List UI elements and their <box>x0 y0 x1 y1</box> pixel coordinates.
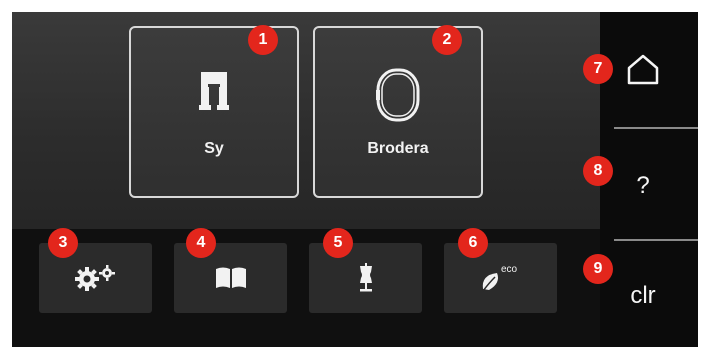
embroider-tile-label: Brodera <box>367 140 429 157</box>
callout-badge: 9 <box>583 254 613 284</box>
callout-badge: 1 <box>248 25 278 55</box>
creative-consultant-button[interactable] <box>309 243 422 313</box>
sew-tile[interactable]: Sy <box>129 26 299 198</box>
callout-badge: 8 <box>583 156 613 186</box>
help-label: ? <box>636 172 650 199</box>
callout-badge: 4 <box>186 228 216 258</box>
clear-button[interactable]: clr <box>600 266 686 326</box>
callout-badge: 3 <box>48 228 78 258</box>
eco-mode-button[interactable]: eco <box>444 243 557 313</box>
sidebar-divider <box>614 127 698 129</box>
home-icon <box>626 53 660 90</box>
embroidery-hoop-icon <box>375 66 421 129</box>
callout-badge: 6 <box>458 228 488 258</box>
main-panel <box>12 12 600 229</box>
sidebar-divider <box>614 239 698 241</box>
help-button[interactable]: ? <box>600 156 686 216</box>
presser-foot-icon <box>199 72 229 117</box>
clear-label: clr <box>630 282 656 309</box>
sew-tile-label: Sy <box>204 140 224 157</box>
callout-badge: 7 <box>583 54 613 84</box>
callout-badge: 2 <box>432 25 462 55</box>
callout-badge: 5 <box>323 228 353 258</box>
home-button[interactable] <box>600 40 686 102</box>
embroider-tile[interactable]: Brodera <box>313 26 483 198</box>
eco-text: eco <box>501 264 518 275</box>
